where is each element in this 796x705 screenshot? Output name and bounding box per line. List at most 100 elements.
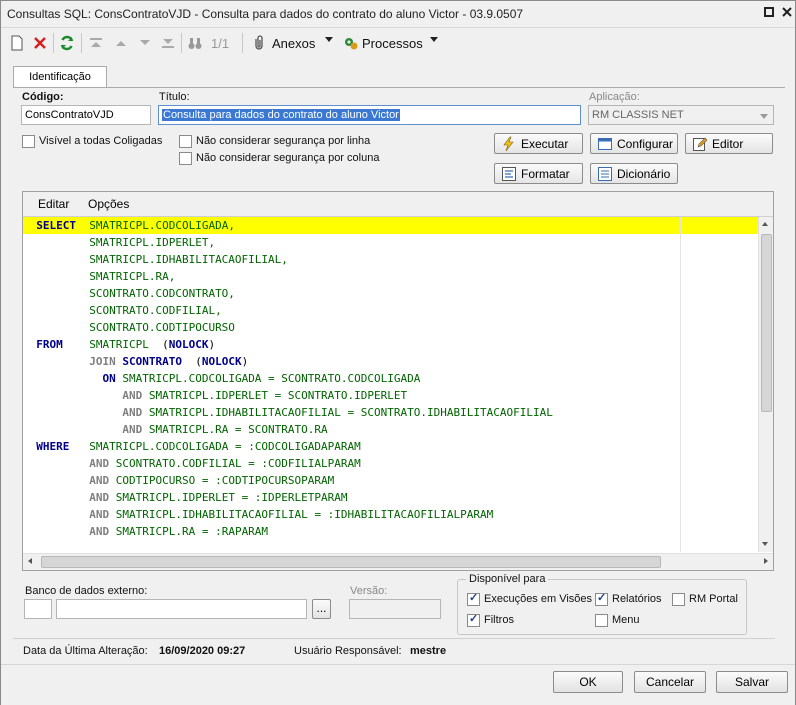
executar-button[interactable]: Executar (494, 133, 583, 154)
sql-token: SCONTRATO.CODFILIAL = :CODFILIALPARAM (115, 457, 361, 470)
sql-line[interactable]: ON SMATRICPL.CODCOLIGADA = SCONTRATO.COD… (23, 370, 759, 387)
anexos-dropdown-icon[interactable] (325, 37, 333, 42)
sql-token: AND (122, 389, 143, 402)
scroll-right-icon[interactable] (764, 558, 768, 564)
sql-line[interactable]: AND CODTIPOCURSO = :CODTIPOCURSOPARAM (23, 472, 759, 489)
previous-record-icon[interactable] (113, 35, 129, 51)
titulo-field[interactable]: Consulta para dados do contrato do aluno… (158, 105, 581, 125)
processos-menu[interactable]: Processos (362, 36, 423, 51)
first-record-icon[interactable] (88, 35, 104, 51)
banco-codigo-field[interactable] (24, 599, 52, 619)
configurar-button[interactable]: Configurar (590, 133, 678, 154)
dicionario-label: Dicionário (617, 167, 671, 181)
versao-field[interactable] (349, 599, 441, 619)
sql-token: SMATRICPL.IDPERLET, (89, 236, 216, 249)
data-alteracao-label: Data da Última Alteração: (23, 645, 148, 657)
seg-coluna-checkbox[interactable] (179, 152, 192, 165)
sql-token: SCONTRATO.CODFILIAL, (89, 304, 222, 317)
sql-line[interactable]: SCONTRATO.CODTIPOCURSO (23, 319, 759, 336)
sql-line[interactable]: SCONTRATO.CODCONTRATO, (23, 285, 759, 302)
sql-line[interactable]: AND SMATRICPL.RA = :RAPARAM (23, 523, 759, 540)
scroll-down-icon[interactable] (762, 542, 768, 546)
last-record-icon[interactable] (160, 35, 176, 51)
sql-editor[interactable]: Editar Opções SELECT SMATRICPL.CODCOLIGA… (22, 191, 774, 571)
binoculars-icon[interactable] (187, 35, 203, 51)
formatar-button[interactable]: Formatar (494, 163, 583, 184)
sql-token: AND (89, 508, 110, 521)
ok-button[interactable]: OK (553, 671, 623, 693)
sql-line[interactable]: SCONTRATO.CODFILIAL, (23, 302, 759, 319)
sql-line[interactable]: SMATRICPL.RA, (23, 268, 759, 285)
rm-portal-checkbox[interactable] (672, 593, 685, 606)
new-document-icon[interactable] (9, 35, 25, 51)
vertical-scroll-thumb[interactable] (761, 234, 772, 412)
refresh-icon[interactable] (59, 35, 75, 51)
status-divider (13, 638, 775, 639)
scroll-left-icon[interactable] (28, 558, 32, 564)
sql-line[interactable]: AND SMATRICPL.RA = SCONTRATO.RA (23, 421, 759, 438)
aplicacao-label: Aplicação: (589, 91, 640, 103)
aplicacao-select[interactable]: RM CLASSIS NET (588, 105, 774, 125)
aplicacao-value: RM CLASSIS NET (592, 109, 684, 121)
sql-line[interactable]: AND SMATRICPL.IDPERLET = :IDPERLETPARAM (23, 489, 759, 506)
sql-token: SELECT (36, 219, 76, 232)
relatorios-checkbox[interactable] (595, 591, 608, 606)
sql-token: SMATRICPL.RA, (89, 270, 176, 283)
relatorios-label: Relatórios (612, 593, 662, 605)
sql-token: AND (89, 474, 110, 487)
dicionario-button[interactable]: Dicionário (590, 163, 678, 184)
sql-line[interactable]: SMATRICPL.IDPERLET, (23, 234, 759, 251)
sql-token: SCONTRATO.CODCONTRATO, (89, 287, 235, 300)
sql-code-area[interactable]: SELECT SMATRICPL.CODCOLIGADA, SMATRICPL.… (23, 217, 759, 552)
aplicacao-dropdown-icon[interactable] (760, 114, 768, 119)
paperclip-icon (251, 35, 267, 51)
banco-nome-field[interactable] (56, 599, 307, 619)
exec-visoes-checkbox[interactable] (467, 591, 480, 606)
sql-line[interactable]: FROM SMATRICPL (NOLOCK) (23, 336, 759, 353)
sql-line[interactable]: SELECT SMATRICPL.CODCOLIGADA, (23, 217, 759, 234)
menu-editar[interactable]: Editar (38, 197, 69, 211)
processos-dropdown-icon[interactable] (430, 37, 438, 42)
rm-portal-label: RM Portal (689, 593, 738, 605)
sql-line[interactable]: JOIN SCONTRATO (NOLOCK) (23, 353, 759, 370)
sql-line[interactable]: AND SMATRICPL.IDHABILITACAOFILIAL = :IDH… (23, 506, 759, 523)
save-button[interactable]: Salvar (716, 671, 788, 693)
seg-linha-checkbox[interactable] (179, 135, 192, 148)
banco-externo-label: Banco de dados externo: (25, 585, 148, 597)
sql-line[interactable]: AND SCONTRATO.CODFILIAL = :CODFILIALPARA… (23, 455, 759, 472)
cancel-button[interactable]: Cancelar (634, 671, 706, 693)
delete-icon[interactable] (32, 35, 48, 51)
sql-line[interactable]: WHERE SMATRICPL.CODCOLIGADA = :CODCOLIGA… (23, 438, 759, 455)
sql-line[interactable]: AND SMATRICPL.IDHABILITACAOFILIAL = SCON… (23, 404, 759, 421)
menu-opcoes[interactable]: Opções (88, 197, 129, 211)
sql-line[interactable]: SMATRICPL.IDHABILITACAOFILIAL, (23, 251, 759, 268)
sql-line[interactable]: AND SMATRICPL.IDPERLET = SCONTRATO.IDPER… (23, 387, 759, 404)
restore-icon[interactable] (763, 7, 775, 19)
sql-token: SMATRICPL.CODCOLIGADA, (89, 219, 235, 232)
visivel-coligadas-checkbox[interactable] (22, 135, 35, 148)
exec-visoes-label: Execuções em Visões (484, 593, 593, 605)
scroll-up-icon[interactable] (762, 222, 768, 226)
filtros-checkbox[interactable] (467, 612, 480, 627)
editor-button[interactable]: Editor (685, 133, 773, 154)
configurar-label: Configurar (617, 137, 674, 151)
anexos-menu[interactable]: Anexos (272, 36, 315, 51)
horizontal-scrollbar[interactable] (23, 553, 773, 570)
menu-checkbox[interactable] (595, 614, 608, 627)
horizontal-scroll-thumb[interactable] (41, 556, 661, 568)
vertical-scrollbar[interactable] (758, 217, 773, 552)
banco-browse-button[interactable]: ... (312, 599, 331, 619)
codigo-field[interactable]: ConsContratoVJD (21, 105, 151, 125)
next-record-icon[interactable] (137, 35, 153, 51)
tab-identificacao[interactable]: Identificação (13, 66, 107, 89)
sql-token: AND (89, 491, 110, 504)
close-window-icon[interactable] (781, 7, 793, 19)
